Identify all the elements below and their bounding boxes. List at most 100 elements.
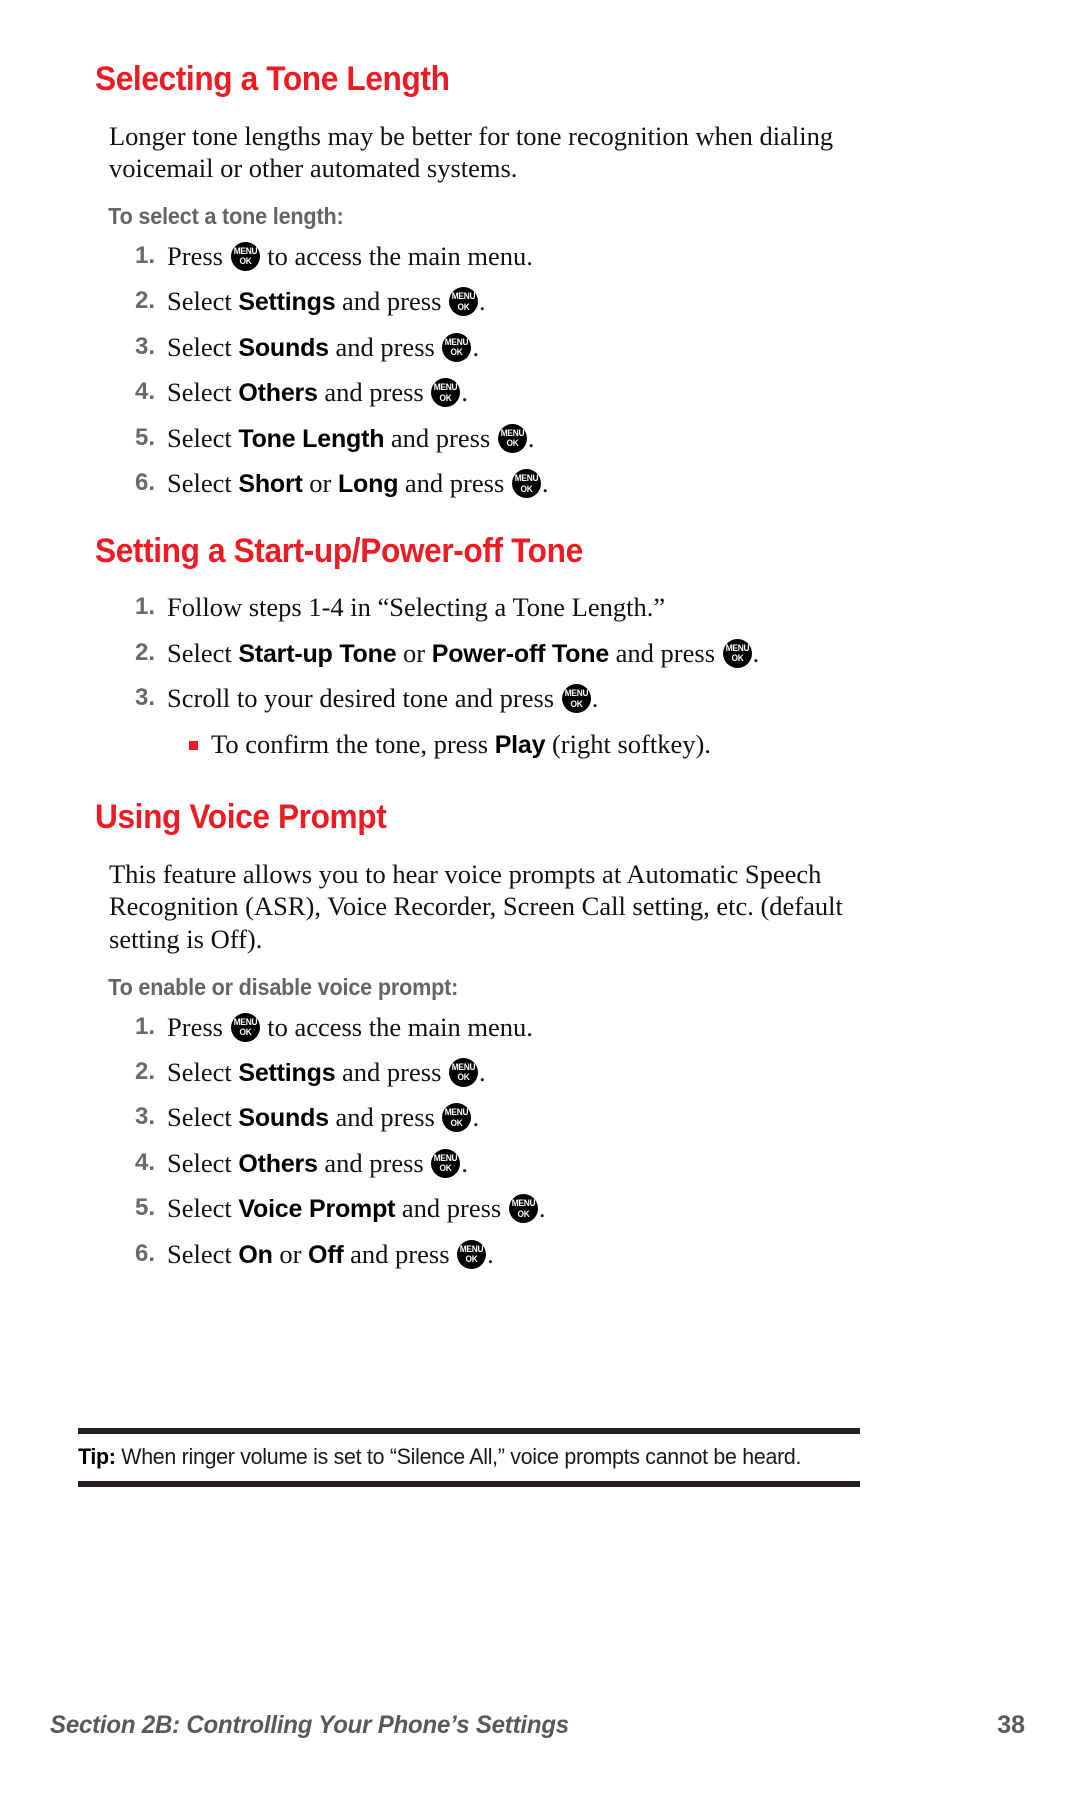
step-text-pre: Press <box>167 240 230 271</box>
step-text-mid: or <box>302 468 338 499</box>
ui-label: Sounds <box>238 1104 329 1133</box>
menu-ok-key-label-bottom: OK <box>731 653 744 665</box>
step-number: 2 <box>121 638 155 667</box>
menu-ok-key-label-top: MENU <box>459 1243 484 1255</box>
step-number: 2 <box>121 1057 155 1086</box>
footer-page-number: 38 <box>997 1711 1025 1739</box>
menu-ok-key-label-top: MENU <box>445 1107 469 1119</box>
menu-ok-key-label-top: MENU <box>434 1152 458 1164</box>
step-number: 5 <box>121 1193 155 1222</box>
menu-ok-key-icon: MENU OK <box>722 638 752 668</box>
sub-heading-to-select-a-tone-length: To select a tone length: <box>108 202 344 229</box>
footer-section-title: Section 2B: Controlling Your Phone’s Set… <box>50 1711 569 1739</box>
step-text-post: and press <box>343 1238 457 1269</box>
menu-ok-key-label-top: MENU <box>564 688 589 700</box>
step-number: 1 <box>121 1012 155 1041</box>
tip-text: Tip: When ringer volume is set to “Silen… <box>78 1443 821 1470</box>
step-text-post: and press <box>609 637 722 668</box>
menu-ok-key-label-top: MENU <box>451 1061 476 1073</box>
step-text-post: . <box>479 1056 486 1087</box>
step-number: 5 <box>121 423 155 452</box>
menu-ok-key-label-bottom: OK <box>506 438 519 450</box>
section-heading-setting-a-startup-poweroff-tone: Setting a Start-up/Power-off Tone <box>95 531 583 570</box>
menu-ok-key-label-bottom: OK <box>239 256 252 268</box>
list-item: 1 Press MENUOK to access the main menu. <box>95 240 885 272</box>
step-text: Select Others and press MENU OK. <box>167 1148 468 1178</box>
step-text-pre: Select <box>167 637 239 668</box>
ui-label-alt: Power-off Tone <box>431 639 610 668</box>
menu-ok-key-label-bottom: OK <box>439 392 452 404</box>
step-number: 2 <box>121 286 155 315</box>
document-page: Selecting a Tone Length Longer tone leng… <box>0 0 1080 1800</box>
step-text-pre: Select <box>167 422 239 453</box>
step-text-mid: and press <box>317 1147 431 1178</box>
sub-bullet-text-post: (right softkey). <box>545 728 711 759</box>
ui-label-alt: Long <box>337 470 399 499</box>
step-text: Scroll to your desired tone and press ME… <box>167 683 598 714</box>
tip-box: Tip: When ringer volume is set to “Silen… <box>78 1428 860 1487</box>
menu-ok-key-label-top: MENU <box>511 1198 536 1210</box>
list-item: 5 Select Voice Prompt and press MENUOK. <box>95 1192 885 1225</box>
step-text-post: . <box>479 286 486 317</box>
menu-ok-key-icon: MENU OK <box>497 423 527 453</box>
list-item: 4 Select Others and press MENUOK. <box>95 376 885 409</box>
step-text-pre: Select <box>167 468 239 499</box>
menu-ok-key-label-bottom: OK <box>457 301 470 313</box>
menu-ok-key-icon: MENU OK <box>230 241 260 271</box>
step-text: Press MENU OK to access the main menu. <box>167 1012 533 1042</box>
step-number: 3 <box>121 332 155 361</box>
step-text-pre: Select <box>167 377 239 408</box>
step-text-pre: Select <box>167 286 239 317</box>
menu-ok-key-label-top: MENU <box>434 382 458 394</box>
ui-label: Others <box>238 1149 318 1178</box>
step-text-pre: Press <box>167 1011 230 1042</box>
step-text-post: . <box>472 1102 480 1133</box>
page-footer: Section 2B: Controlling Your Phone’s Set… <box>50 1711 1025 1740</box>
menu-ok-key-label-bottom: OK <box>450 347 463 359</box>
step-text-post: . <box>461 1147 468 1178</box>
step-text-mid: and press <box>395 1193 508 1224</box>
sub-bullet-confirm-tone: To confirm the tone, press Play (right s… <box>95 728 885 761</box>
list-item: 2 Select Start-up Tone or Power-off Tone… <box>95 637 885 670</box>
section-paragraph-tone-length: Longer tone lengths may be better for to… <box>109 120 834 184</box>
step-text: Select Sounds and press MENU OK. <box>167 1102 480 1133</box>
step-number: 6 <box>121 1239 155 1268</box>
step-list-startup-tone: 1 Follow steps 1-4 in “Selecting a Tone … <box>95 591 885 714</box>
step-number: 4 <box>121 1148 155 1177</box>
menu-ok-key-label-top: MENU <box>451 291 476 303</box>
list-item: 3 Select Sounds and press MENUOK. <box>95 331 885 364</box>
menu-ok-key-label-bottom: OK <box>520 483 533 495</box>
step-text-tail: . <box>752 637 760 668</box>
step-text-mid: or <box>396 637 432 668</box>
step-text: Select Sounds and press MENU OK. <box>167 332 479 362</box>
step-text-pre: Select <box>167 1056 239 1087</box>
list-item: 2 Select Settings and press MENUOK. <box>95 285 885 318</box>
step-text-pre: Select <box>167 331 239 362</box>
step-number: 6 <box>121 468 155 497</box>
ui-label: Settings <box>238 288 336 317</box>
ui-label: Sounds <box>238 333 329 362</box>
menu-ok-key-icon: MENU OK <box>449 1057 479 1087</box>
section-heading-using-voice-prompt: Using Voice Prompt <box>95 798 387 837</box>
menu-ok-key-label-top: MENU <box>500 427 525 439</box>
menu-ok-key-label-bottom: OK <box>439 1163 452 1175</box>
menu-ok-key-label-top: MENU <box>233 1016 257 1028</box>
menu-ok-key-label-bottom: OK <box>465 1254 478 1266</box>
step-text: Press MENU OK to access the main menu. <box>167 241 533 271</box>
menu-ok-key-label-top: MENU <box>514 473 539 485</box>
section-heading-selecting-a-tone-length: Selecting a Tone Length <box>95 60 450 98</box>
section-paragraph-voice-prompt: This feature allows you to hear voice pr… <box>109 858 843 954</box>
list-item: 6 Select Short or Long and press MENUOK. <box>95 467 885 500</box>
step-number: 3 <box>121 683 155 712</box>
step-text-mid: and press <box>335 1056 449 1087</box>
step-text: Select Short or Long and press MENU OK. <box>167 468 549 499</box>
ui-label: Start-up Tone <box>238 639 397 668</box>
menu-ok-key-label-bottom: OK <box>570 698 583 710</box>
step-text: Select Start-up Tone or Power-off Tone a… <box>167 638 759 668</box>
step-text: Select On or Off and press MENU OK. <box>167 1239 494 1269</box>
ui-label-play: Play <box>494 730 546 759</box>
step-list-tone-length: 1 Press MENUOK to access the main menu. … <box>95 240 885 500</box>
step-number: 3 <box>121 1102 155 1131</box>
menu-ok-key-icon: MENU OK <box>449 287 479 317</box>
step-text-post: . <box>538 1193 546 1224</box>
